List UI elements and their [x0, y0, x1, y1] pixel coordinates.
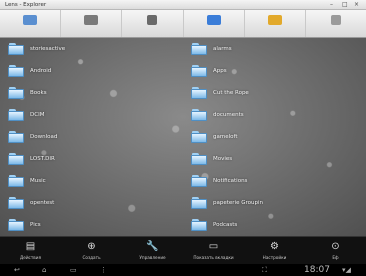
file-browser: storiesactive Android Books DCIM Downloa… [0, 38, 366, 236]
folder-icon [191, 87, 207, 99]
exit-icon: ⊙ [331, 241, 340, 252]
folder-icon [8, 197, 24, 209]
manage-button[interactable]: 🔧 Управление [122, 237, 183, 264]
toolbar-home[interactable] [0, 10, 62, 37]
toolbar-up[interactable] [61, 10, 123, 37]
folder-item[interactable]: Android [8, 62, 51, 80]
minimize-button[interactable]: – [330, 0, 333, 10]
folder-icon [8, 131, 24, 143]
toolbar-settings[interactable] [306, 10, 366, 37]
create-button[interactable]: ⊕ Создать [61, 237, 122, 264]
folder-icon [8, 65, 24, 77]
window-title: Lens - Explorer [5, 2, 47, 8]
folder-icon [191, 153, 207, 165]
folder-item[interactable]: Books [8, 84, 47, 102]
up-folder-icon [84, 15, 99, 25]
folder-icon [8, 109, 24, 121]
wrench-icon: 🔧 [146, 241, 159, 252]
folder-item[interactable]: Music [8, 172, 46, 190]
window-titlebar: Lens - Explorer – □ × [0, 0, 366, 10]
screenshot-icon[interactable]: ⛶ [262, 264, 267, 276]
recent-apps-icon[interactable]: ▭ [70, 264, 77, 276]
folder-item[interactable]: Podcasts [191, 216, 237, 234]
folder-item[interactable]: opentest [8, 194, 54, 212]
toolbar-favorites[interactable] [184, 10, 245, 37]
folder-icon [191, 175, 207, 187]
close-button[interactable]: × [354, 0, 359, 10]
home-icon [23, 15, 38, 25]
folder-item[interactable]: Movies [191, 150, 232, 168]
folder-item[interactable]: LOST.DIR [8, 150, 55, 168]
folder-item[interactable]: Download [8, 128, 57, 146]
folder-item[interactable]: documents [191, 106, 244, 124]
folder-item[interactable]: papeterie Groupin [191, 194, 263, 212]
share-icon [147, 15, 158, 25]
toolbar-bookmark[interactable] [245, 10, 306, 37]
folder-icon [8, 153, 24, 165]
folder-item[interactable]: storiesactive [8, 40, 65, 58]
folder-icon [8, 219, 24, 231]
folder-icon [191, 219, 207, 231]
show-tabs-button[interactable]: ▭ Показать вкладки [183, 237, 244, 264]
action-bar: ▤ Действия ⊕ Создать 🔧 Управление ▭ Показать… [0, 236, 366, 264]
favorites-icon [206, 15, 221, 25]
folder-item[interactable]: Apps [191, 62, 227, 80]
create-icon: ⊕ [87, 241, 96, 252]
folder-icon [8, 175, 24, 187]
folder-icon [191, 197, 207, 209]
exit-button[interactable]: ⊙ Eф [305, 237, 366, 264]
toolbar [0, 10, 366, 38]
bookmark-icon [267, 15, 282, 25]
back-icon[interactable]: ↩ [14, 264, 20, 276]
folder-item[interactable]: gameloft [191, 128, 238, 146]
folder-item[interactable]: alarms [191, 40, 232, 58]
menu-icon[interactable]: ⋮ [100, 264, 107, 276]
folder-item[interactable]: Cut the Rope [191, 84, 249, 102]
gear-icon: ⚙ [270, 241, 279, 252]
actions-icon: ▤ [25, 241, 36, 252]
maximize-button[interactable]: □ [342, 0, 348, 10]
clock: 18:07 [304, 265, 330, 275]
folder-icon [191, 109, 207, 121]
folder-icon [191, 65, 207, 77]
folder-icon [191, 43, 207, 55]
home-nav-icon[interactable]: ⌂ [42, 264, 46, 276]
folder-icon: ▭ [208, 241, 219, 252]
toolbar-share[interactable] [122, 10, 184, 37]
folder-icon [8, 43, 24, 55]
folder-item[interactable]: Notifications [191, 172, 247, 190]
actions-button[interactable]: ▤ Действия [0, 237, 61, 264]
folder-item[interactable]: Pics [8, 216, 41, 234]
folder-icon [8, 87, 24, 99]
signal-icon: ▾◢ [342, 266, 351, 274]
system-nav-bar: ↩ ⌂ ▭ ⋮ ⛶ 18:07 ▾◢ [0, 264, 366, 276]
folder-icon [191, 131, 207, 143]
settings-icon [330, 15, 341, 25]
folder-item[interactable]: DCIM [8, 106, 44, 124]
settings-button[interactable]: ⚙ Настройки [244, 237, 305, 264]
